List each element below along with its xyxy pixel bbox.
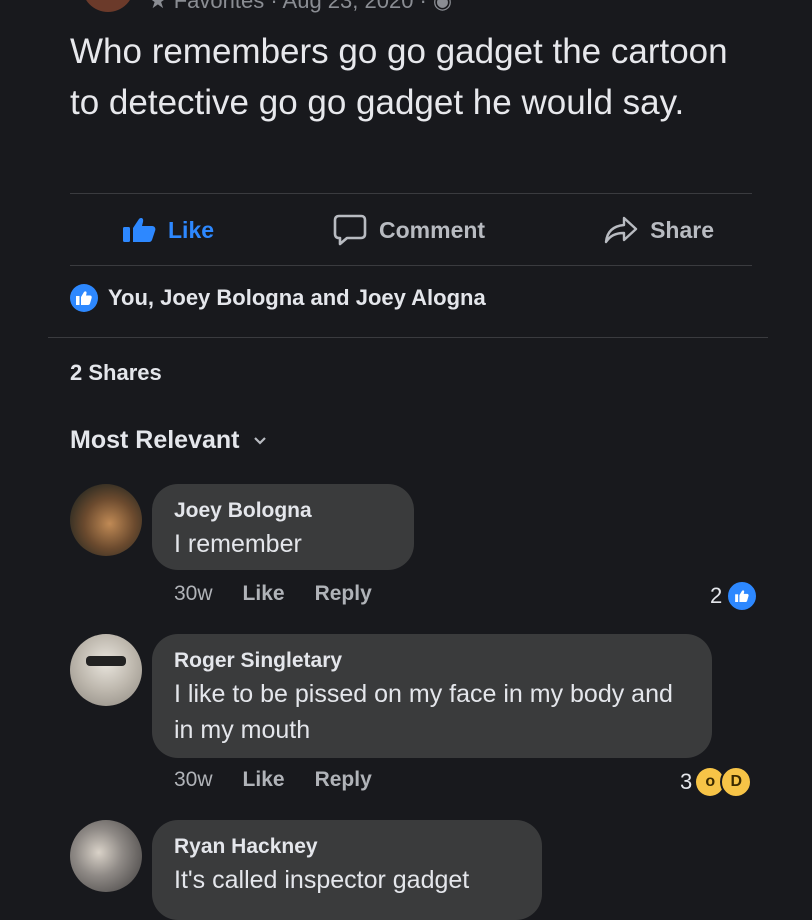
share-icon (604, 216, 638, 244)
comment-reply-button[interactable]: Reply (315, 768, 372, 792)
divider (70, 265, 752, 266)
commenter-name[interactable]: Ryan Hackney (174, 832, 520, 862)
avatar[interactable] (70, 820, 142, 892)
star-icon: ★ (148, 0, 168, 13)
globe-icon: ◉ (432, 0, 453, 13)
comment-label: Comment (379, 216, 486, 243)
like-label: Like (168, 216, 215, 243)
thumbs-up-icon (123, 218, 156, 242)
comment-time[interactable]: 30w (174, 582, 213, 606)
comment-reactions[interactable]: 2 (710, 580, 759, 612)
poster-avatar[interactable] (82, 0, 134, 12)
commenter-name[interactable]: Joey Bologna (174, 496, 392, 526)
comment-bubble: Ryan Hackney It's called inspector gadge… (152, 820, 542, 920)
comment-reply-button[interactable]: Reply (315, 582, 372, 606)
sort-dropdown[interactable]: Most Relevant (70, 426, 267, 455)
haha-icon: D (720, 766, 753, 798)
comment-text: I like to be pissed on my face in my bod… (174, 680, 673, 744)
reaction-count: 3 (680, 769, 693, 794)
divider (48, 337, 768, 338)
comment-icon (333, 214, 367, 246)
comment-like-button[interactable]: Like (243, 768, 285, 792)
post-meta-text: Favorites · Aug 23, 2020 · (173, 0, 427, 13)
post-text: Who remembers go go gadget the cartoon t… (70, 32, 728, 122)
avatar[interactable] (70, 634, 142, 706)
likes-summary[interactable]: You, Joey Bologna and Joey Alogna (70, 284, 486, 312)
divider (70, 193, 752, 194)
like-icon (726, 580, 759, 612)
comment-time[interactable]: 30w (174, 768, 213, 792)
comment-bubble: Roger Singletary I like to be pissed on … (152, 634, 712, 758)
reaction-count: 2 (710, 583, 723, 608)
post-meta: ★ Favorites · Aug 23, 2020 · ◉ (148, 0, 452, 14)
share-label: Share (650, 216, 714, 243)
like-reaction-icon (70, 284, 98, 312)
comment-like-button[interactable]: Like (243, 582, 285, 606)
avatar[interactable] (70, 484, 142, 556)
comment-reactions[interactable]: 3 o D (680, 766, 753, 798)
comment-text: I remember (174, 530, 302, 558)
comment-bubble: Joey Bologna I remember (152, 484, 414, 570)
comment-meta: 30w Like Reply (174, 582, 372, 606)
commenter-name[interactable]: Roger Singletary (174, 646, 690, 676)
shares-count[interactable]: 2 Shares (70, 360, 162, 386)
post-actions: Like Comment Share (70, 198, 752, 262)
share-button[interactable]: Share (604, 215, 714, 245)
like-button[interactable]: Like (122, 217, 214, 244)
comment-button[interactable]: Comment (333, 214, 485, 246)
comment-text: It's called inspector gadget (174, 866, 470, 894)
sort-label: Most Relevant (70, 426, 240, 454)
likes-summary-text: You, Joey Bologna and Joey Alogna (108, 285, 486, 310)
comment-meta: 30w Like Reply (174, 768, 372, 792)
chevron-down-icon (254, 436, 267, 445)
